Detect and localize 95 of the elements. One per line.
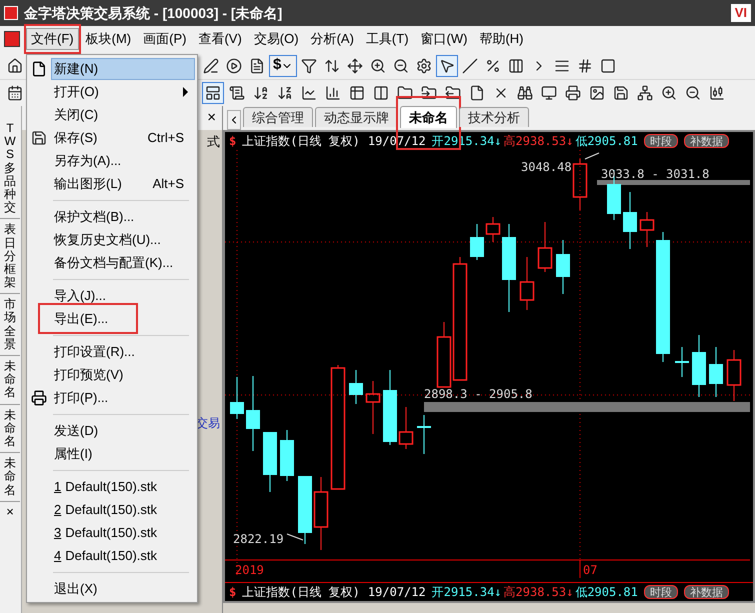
index-name: 上证指数(日线 复权) [242,133,360,150]
candlestick [675,346,689,378]
menu-option[interactable]: 打印预览(V) [51,364,195,386]
candlestick [298,476,312,544]
menu-option[interactable]: 打印设置(R)... [51,340,195,362]
zone-label: 2898.3 - 2905.8 [424,386,532,403]
new-document-icon [31,60,47,76]
menu-option[interactable]: 另存为(A)... [51,150,195,172]
candlestick [349,370,363,404]
menu-option[interactable]: 恢复历史文档(U)... [51,228,195,250]
menu-item[interactable]: 查看(V) [193,28,247,50]
peak-label: 3048.48 [521,159,572,176]
menu-item[interactable]: 交易(O) [248,28,304,50]
menu-item[interactable]: 文件(F) [26,28,79,50]
currency-dropdown[interactable]: $ [269,54,298,76]
layout-icon[interactable] [202,82,224,104]
chart-header-button[interactable]: 时段 [644,585,678,599]
trough-label: 2822.19 [233,531,284,548]
menu-option[interactable]: 属性(I) [51,442,195,464]
candlestick [640,212,654,248]
side-tab[interactable]: 未命名 [0,356,20,405]
candlestick [726,350,742,402]
index-name: 上证指数(日线 复权) [242,584,360,601]
leader-line [286,534,304,540]
high-price: 高2938.53↓ [504,584,574,601]
menu-option[interactable]: 发送(D) [51,420,195,442]
candlestick [230,376,244,420]
menu-option[interactable]: 1 Default(150).stk [51,476,195,498]
side-tab[interactable]: 市场全景 [0,294,20,356]
menu-item[interactable]: 画面(P) [138,28,192,50]
tab[interactable]: 未命名 [400,106,457,128]
symbol-mark: $ [229,584,236,601]
tab[interactable]: 动态显示牌 [315,107,398,127]
menu-item[interactable]: 板块(M) [80,28,136,50]
axis-label: 07 [583,562,598,579]
menu-item[interactable]: 帮助(H) [474,28,529,50]
menu-option[interactable]: 保存(S) Ctrl+S [51,126,195,148]
candlestick [520,256,534,310]
submenu-arrow-icon [183,86,188,96]
candlestick [572,158,588,210]
menu-option[interactable]: 新建(N) [51,58,195,80]
chart-header-button[interactable]: 时段 [644,134,678,148]
menu-option[interactable]: 输出图形(L) Alt+S [51,172,195,194]
candlestick [366,380,380,434]
window-title: 金字塔决策交易系统 - [100003] - [未命名] [24,4,282,23]
axis-label: 2019 [235,562,264,579]
leader-line [584,152,600,160]
menu-option[interactable]: 保护文档(B)... [51,206,195,228]
low-price: 低2905.81 [575,133,638,150]
open-price: 开2915.34↓ [432,584,502,601]
menu-option[interactable]: 4 Default(150).stk [51,544,195,566]
side-tab[interactable]: 表日分框架 [0,219,20,294]
menu-item[interactable]: 窗口(W) [416,28,472,50]
app-icon [4,6,18,20]
menu-item[interactable]: 工具(T) [360,28,414,50]
menu-option[interactable]: 备份文档与配置(K)... [51,252,195,274]
chart-date: 19/07/12 [368,584,426,601]
candlestick [692,334,706,398]
side-tab[interactable]: TWS多品种交 [0,118,20,220]
menu-option[interactable]: 3 Default(150).stk [51,522,195,544]
candlestick [486,216,500,242]
panel-text: 式 [207,133,220,151]
menu-option[interactable]: 2 Default(150).stk [51,498,195,520]
menu-option[interactable]: 退出(X) [51,578,195,600]
menu-option[interactable]: 导入(J)... [51,284,195,306]
low-price: 低2905.81 [575,584,638,601]
menu-option[interactable]: 打印(P)... [51,386,195,408]
candlestick [280,430,294,482]
candlestick [470,224,484,260]
candlestick [556,240,570,294]
close-button[interactable]: × [207,106,216,130]
candlestick [538,222,552,272]
menu-option[interactable]: 导出(E)... [51,308,195,330]
corner-badge: VI [730,4,751,22]
tab[interactable]: 综合管理 [243,107,313,127]
printer-icon [31,390,47,406]
chart-header-button[interactable]: 补数据 [684,585,729,599]
menu-option[interactable]: 打开(O) [51,80,195,102]
menu-item[interactable]: 分析(A) [306,28,359,50]
tab[interactable]: 技术分析 [459,107,529,127]
close-button[interactable]: × [0,502,20,522]
side-tab[interactable]: 未命名 [0,404,20,454]
cursor-icon[interactable] [436,54,458,76]
candlestick [398,406,414,450]
side-tab[interactable]: 未命名 [0,453,20,502]
chart-header-button[interactable]: 补数据 [684,134,729,148]
symbol-mark: $ [229,133,236,150]
candlestick [263,432,277,492]
scroll-left-button[interactable] [227,110,241,130]
candlestick [709,346,723,398]
menu-option[interactable]: 关闭(C) [51,104,195,126]
candlestick [417,414,431,454]
candlestick [623,192,637,250]
save-icon [31,130,47,146]
high-price: 高2938.53↓ [504,133,574,150]
